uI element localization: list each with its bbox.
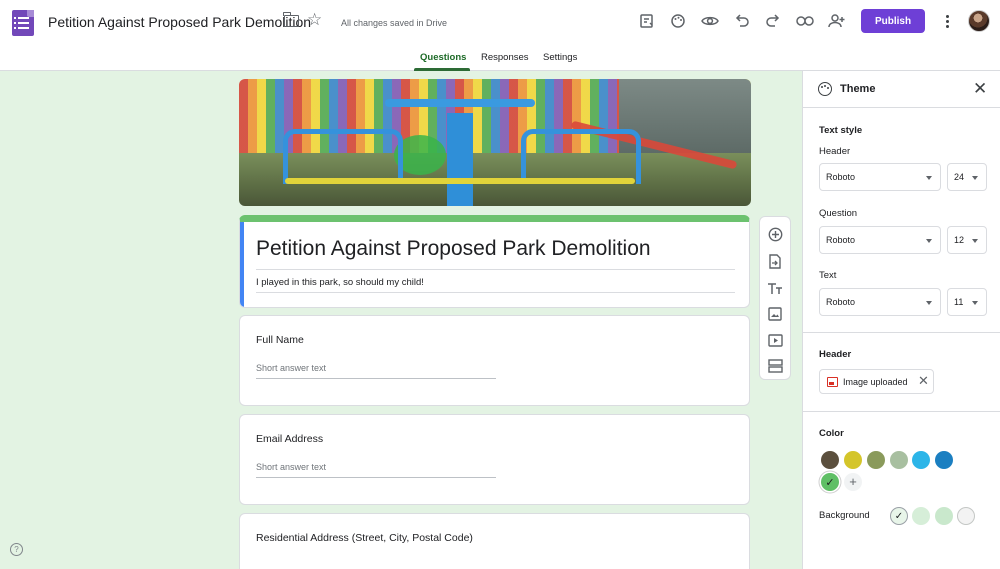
question-card[interactable]: Full Name Short answer text <box>239 315 750 406</box>
header-font-label: Header <box>819 146 851 157</box>
header-image-label: Header <box>819 349 852 360</box>
background-swatch[interactable] <box>957 507 975 525</box>
answer-underline <box>256 477 496 478</box>
save-status: All changes saved in Drive <box>341 18 448 28</box>
color-swatch[interactable] <box>935 451 953 469</box>
link-icon[interactable] <box>796 12 814 30</box>
dropdown-caret-icon <box>972 239 978 243</box>
customize-theme-icon[interactable] <box>669 12 687 30</box>
active-card-indicator <box>240 222 244 307</box>
top-bar: Petition Against Proposed Park Demolitio… <box>0 0 1000 44</box>
dropdown-caret-icon <box>926 301 932 305</box>
color-swatch[interactable] <box>844 451 862 469</box>
tab-questions[interactable]: Questions <box>420 52 466 63</box>
question-size-select[interactable]: 12 <box>947 226 987 254</box>
add-title-icon[interactable] <box>766 279 784 297</box>
question-title: Email Address <box>256 433 324 445</box>
color-swatch[interactable] <box>912 451 930 469</box>
background-swatch[interactable] <box>912 507 930 525</box>
add-item-toolbar <box>759 216 791 380</box>
question-title: Full Name <box>256 334 304 346</box>
form-editor-area: Petition Against Proposed Park Demolitio… <box>0 71 802 569</box>
short-answer-placeholder: Short answer text <box>256 363 327 373</box>
tab-settings[interactable]: Settings <box>543 52 577 63</box>
short-answer-placeholder: Short answer text <box>256 462 327 472</box>
add-question-icon[interactable] <box>766 225 784 243</box>
star-icon[interactable]: ☆ <box>307 11 322 28</box>
import-questions-icon[interactable] <box>766 252 784 270</box>
text-font-select[interactable]: Roboto <box>819 288 941 316</box>
form-title[interactable]: Petition Against Proposed Park Demolitio… <box>256 237 651 261</box>
dropdown-caret-icon <box>972 176 978 180</box>
theme-panel: Theme ✕ Text style Header Roboto 24 Ques… <box>802 71 1000 569</box>
question-font-select[interactable]: Roboto <box>819 226 941 254</box>
question-font-value: Roboto <box>826 235 856 245</box>
description-underline <box>256 292 735 293</box>
add-video-icon[interactable] <box>766 331 784 349</box>
add-image-icon[interactable] <box>766 305 784 323</box>
tab-responses[interactable]: Responses <box>481 52 529 63</box>
text-size-select[interactable]: 11 <box>947 288 987 316</box>
divider <box>803 332 1000 333</box>
image-icon <box>827 377 838 387</box>
redo-icon[interactable] <box>764 12 782 30</box>
form-title-card[interactable]: Petition Against Proposed Park Demolitio… <box>239 215 750 308</box>
more-options-icon[interactable] <box>944 12 950 30</box>
color-swatch[interactable]: ✓ <box>821 473 839 491</box>
header-size-value: 24 <box>954 172 965 182</box>
user-avatar[interactable] <box>968 10 990 32</box>
palette-icon <box>818 82 832 96</box>
question-title: Residential Address (Street, City, Posta… <box>256 532 473 544</box>
background-swatch[interactable]: ✓ <box>890 507 908 525</box>
move-to-folder-icon[interactable] <box>283 12 299 27</box>
help-icon[interactable]: ? <box>10 543 23 556</box>
background-swatch[interactable] <box>935 507 953 525</box>
color-swatch[interactable] <box>867 451 885 469</box>
header-image-chip-label: Image uploaded <box>843 377 908 387</box>
color-label: Color <box>819 428 844 439</box>
divider <box>803 411 1000 412</box>
forms-logo-icon[interactable] <box>12 10 34 36</box>
answer-underline <box>256 378 496 379</box>
question-size-value: 12 <box>954 235 965 245</box>
addon-icon[interactable] <box>638 12 656 30</box>
dropdown-caret-icon <box>926 176 932 180</box>
text-font-value: Roboto <box>826 297 856 307</box>
question-card[interactable]: Email Address Short answer text <box>239 414 750 505</box>
add-collaborator-icon[interactable] <box>828 12 846 30</box>
color-swatch[interactable] <box>821 451 839 469</box>
add-custom-color-icon[interactable]: + <box>844 473 862 491</box>
question-font-label: Question <box>819 208 858 219</box>
header-image-chip[interactable]: Image uploaded ✕ <box>819 369 934 394</box>
header-font-value: Roboto <box>826 172 856 182</box>
header-banner-image <box>239 79 751 206</box>
text-font-label: Text <box>819 270 837 281</box>
add-section-icon[interactable] <box>766 357 784 375</box>
undo-icon[interactable] <box>733 12 751 30</box>
text-style-label: Text style <box>819 125 863 136</box>
header-font-select[interactable]: Roboto <box>819 163 941 191</box>
dropdown-caret-icon <box>972 301 978 305</box>
preview-eye-icon[interactable] <box>701 12 719 30</box>
color-swatch[interactable] <box>890 451 908 469</box>
title-underline <box>256 269 735 270</box>
form-description[interactable]: I played in this park, so should my chil… <box>256 277 424 288</box>
dropdown-caret-icon <box>926 239 932 243</box>
header-size-select[interactable]: 24 <box>947 163 987 191</box>
question-card[interactable]: Residential Address (Street, City, Posta… <box>239 513 750 569</box>
publish-button[interactable]: Publish <box>861 9 925 33</box>
text-size-value: 11 <box>954 297 964 307</box>
close-icon[interactable]: ✕ <box>973 80 987 97</box>
theme-panel-header: Theme ✕ <box>803 71 1000 108</box>
panel-title: Theme <box>840 83 876 95</box>
document-title[interactable]: Petition Against Proposed Park Demolitio… <box>48 14 311 30</box>
remove-image-icon[interactable]: ✕ <box>918 374 929 387</box>
tab-bar: Questions Responses Settings <box>0 44 1000 71</box>
background-label: Background <box>819 510 870 521</box>
